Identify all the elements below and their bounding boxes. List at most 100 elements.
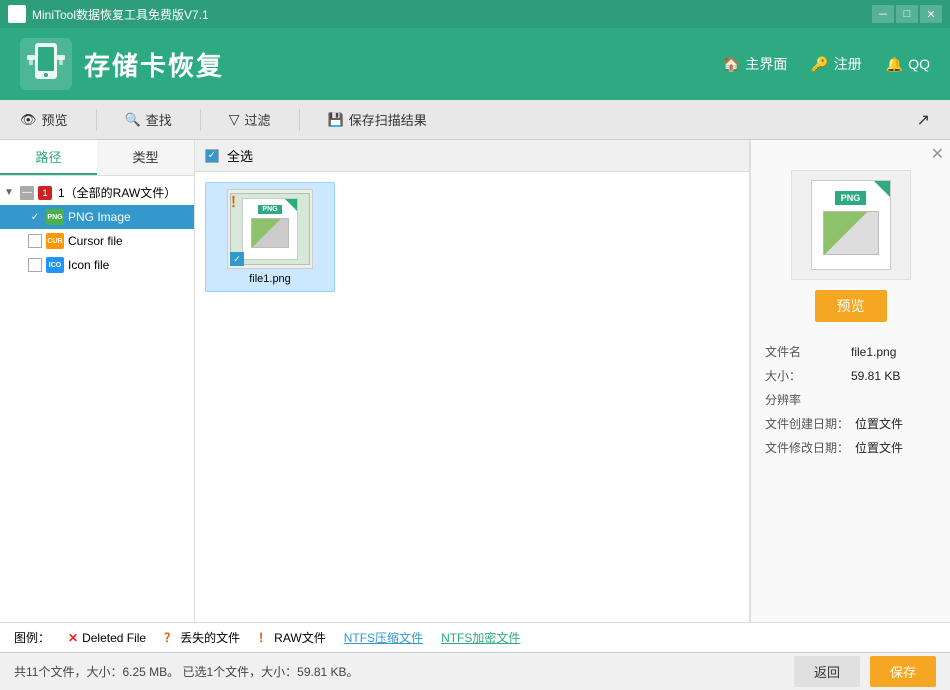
legend-ntfs-compressed-label: NTFS压缩文件 <box>344 629 423 646</box>
legend-lost-icon: ？ <box>164 629 176 646</box>
toolbar-export-button[interactable]: ↗ <box>909 106 938 134</box>
nav-home[interactable]: 🏠 主界面 <box>723 54 787 74</box>
preview-button-area: 预览 <box>751 290 950 322</box>
nav-register[interactable]: 🔑 注册 <box>811 54 861 74</box>
toolbar: 👁 预览 🔍 查找 ▽ 过滤 💾 保存扫描结果 ↗ <box>0 100 950 140</box>
name-value: file1.png <box>851 340 896 364</box>
cur-file-icon: CUR <box>46 233 64 249</box>
tree-cursor-label: Cursor file <box>68 234 123 248</box>
created-value: 位置文件 <box>855 412 903 436</box>
close-button[interactable]: ✕ <box>920 5 942 23</box>
legend-ntfs-encrypted-label: NTFS加密文件 <box>441 629 520 646</box>
export-icon: ↗ <box>917 110 930 130</box>
app-logo-icon <box>20 38 72 90</box>
tree-check-png[interactable]: ✓ <box>28 210 42 224</box>
file-info-panel: 文件名 file1.png 大小： 59.81 KB 分辨率 文件创建日期： 位… <box>751 336 950 464</box>
preview-action-button[interactable]: 预览 <box>815 290 887 322</box>
qq-label: QQ <box>908 56 930 72</box>
file-thumbnail: ！ PNG ✓ <box>227 189 313 269</box>
created-label: 文件创建日期： <box>765 412 849 436</box>
tab-bar: 路径 类型 <box>0 140 194 176</box>
preview-panel: ✕ PNG 预览 文件名 file1.png 大小： 59.81 KB 分辨率 <box>750 140 950 622</box>
legend-deleted: ✕ Deleted File <box>68 631 146 645</box>
tree-item-png[interactable]: ✓ PNG PNG Image <box>0 205 194 229</box>
legend-raw-icon: ！ <box>258 629 270 646</box>
preview-close-button[interactable]: ✕ <box>931 144 944 164</box>
toolbar-preview-button[interactable]: 👁 预览 <box>12 106 76 133</box>
tab-path[interactable]: 路径 <box>0 140 97 175</box>
back-button[interactable]: 返回 <box>794 656 860 687</box>
select-all-check[interactable]: ✓ <box>205 149 219 163</box>
app-title: 存储卡恢复 <box>84 46 224 83</box>
file-checkbox[interactable]: ✓ <box>230 252 244 266</box>
minimize-button[interactable]: － <box>872 5 894 23</box>
status-text: 共11个文件，大小：6.25 MB。 已选1个文件，大小：59.81 KB。 <box>14 663 784 680</box>
toolbar-search-button[interactable]: 🔍 查找 <box>117 106 180 133</box>
drive-icon: 1 <box>38 186 52 200</box>
tree-chevron-root: ▼ <box>4 187 16 198</box>
tree-item-icon[interactable]: ICO Icon file <box>0 253 194 277</box>
filter-icon: ▽ <box>229 111 240 128</box>
toolbar-filter-label: 过滤 <box>245 110 271 129</box>
maximize-button[interactable]: □ <box>896 5 918 23</box>
png-file-icon: PNG <box>46 209 64 225</box>
tree-check-cursor[interactable] <box>28 234 42 248</box>
toolbar-separator-2 <box>200 109 201 131</box>
legend-bar: 图例： ✕ Deleted File ？ 丢失的文件 ！ RAW文件 NTFS压… <box>0 622 950 652</box>
file-tree: ▼ — 1 1（全部的RAW文件） ✓ PNG PNG Image CUR Cu… <box>0 176 194 622</box>
tree-icon-label: Icon file <box>68 258 109 272</box>
file-grid: ！ PNG ✓ file1.png <box>195 172 749 622</box>
info-row-ratio: 分辨率 <box>765 388 936 412</box>
legend-ntfs-encrypted: NTFS加密文件 <box>441 629 520 646</box>
titlebar: MiniTool数据恢复工具免费版V7.1 － □ ✕ <box>0 0 950 28</box>
left-panel: 路径 类型 ▼ — 1 1（全部的RAW文件） ✓ PNG PNG Image <box>0 140 195 622</box>
toolbar-search-label: 查找 <box>146 110 172 129</box>
header: 存储卡恢复 🏠 主界面 🔑 注册 🔔 QQ <box>0 28 950 100</box>
name-label: 文件名 <box>765 340 845 364</box>
list-item[interactable]: ！ PNG ✓ file1.png <box>205 182 335 292</box>
toolbar-separator-1 <box>96 109 97 131</box>
logo-area: 存储卡恢复 <box>20 38 723 90</box>
size-label: 大小： <box>765 364 845 388</box>
ico-file-icon: ICO <box>46 257 64 273</box>
tree-item-root[interactable]: ▼ — 1 1（全部的RAW文件） <box>0 180 194 205</box>
legend-ntfs-compressed: NTFS压缩文件 <box>344 629 423 646</box>
search-icon: 🔍 <box>125 112 141 128</box>
tree-item-cursor[interactable]: CUR Cursor file <box>0 229 194 253</box>
legend-raw: ！ RAW文件 <box>258 629 326 646</box>
nav-qq[interactable]: 🔔 QQ <box>886 56 930 73</box>
tree-check-icon[interactable] <box>28 258 42 272</box>
info-row-created: 文件创建日期： 位置文件 <box>765 412 936 436</box>
qq-icon: 🔔 <box>886 56 903 73</box>
content-area: ✓ 全选 ！ PNG ✓ file1.pn <box>195 140 750 622</box>
legend-prefix: 图例： <box>14 629 50 646</box>
header-nav: 🏠 主界面 🔑 注册 🔔 QQ <box>723 54 930 74</box>
statusbar: 共11个文件，大小：6.25 MB。 已选1个文件，大小：59.81 KB。 返… <box>0 652 950 690</box>
toolbar-save-scan-label: 保存扫描结果 <box>349 110 427 129</box>
window-controls: － □ ✕ <box>872 5 942 23</box>
size-value: 59.81 KB <box>851 364 900 388</box>
tree-check-root[interactable]: — <box>20 186 34 200</box>
modified-label: 文件修改日期： <box>765 436 849 460</box>
content-header: ✓ 全选 <box>195 140 749 172</box>
toolbar-save-scan-button[interactable]: 💾 保存扫描结果 <box>320 106 435 133</box>
tab-type[interactable]: 类型 <box>97 140 194 175</box>
info-row-modified: 文件修改日期： 位置文件 <box>765 436 936 460</box>
select-all-label: 全选 <box>227 146 253 165</box>
file-name-label: file1.png <box>249 273 291 285</box>
register-label: 注册 <box>834 54 862 74</box>
toolbar-filter-button[interactable]: ▽ 过滤 <box>221 106 279 133</box>
legend-raw-label: RAW文件 <box>274 629 326 646</box>
home-icon: 🏠 <box>723 56 740 73</box>
modified-value: 位置文件 <box>855 436 903 460</box>
legend-deleted-label: Deleted File <box>82 631 146 645</box>
save-button[interactable]: 保存 <box>870 656 936 687</box>
app-icon <box>8 5 26 23</box>
toolbar-separator-3 <box>299 109 300 131</box>
save-scan-icon: 💾 <box>328 112 344 128</box>
register-icon: 🔑 <box>811 56 828 73</box>
legend-lost-label: 丢失的文件 <box>180 629 240 646</box>
tree-root-label: 1（全部的RAW文件） <box>58 184 176 201</box>
preview-icon: 👁 <box>20 112 37 128</box>
toolbar-preview-label: 预览 <box>42 110 68 129</box>
